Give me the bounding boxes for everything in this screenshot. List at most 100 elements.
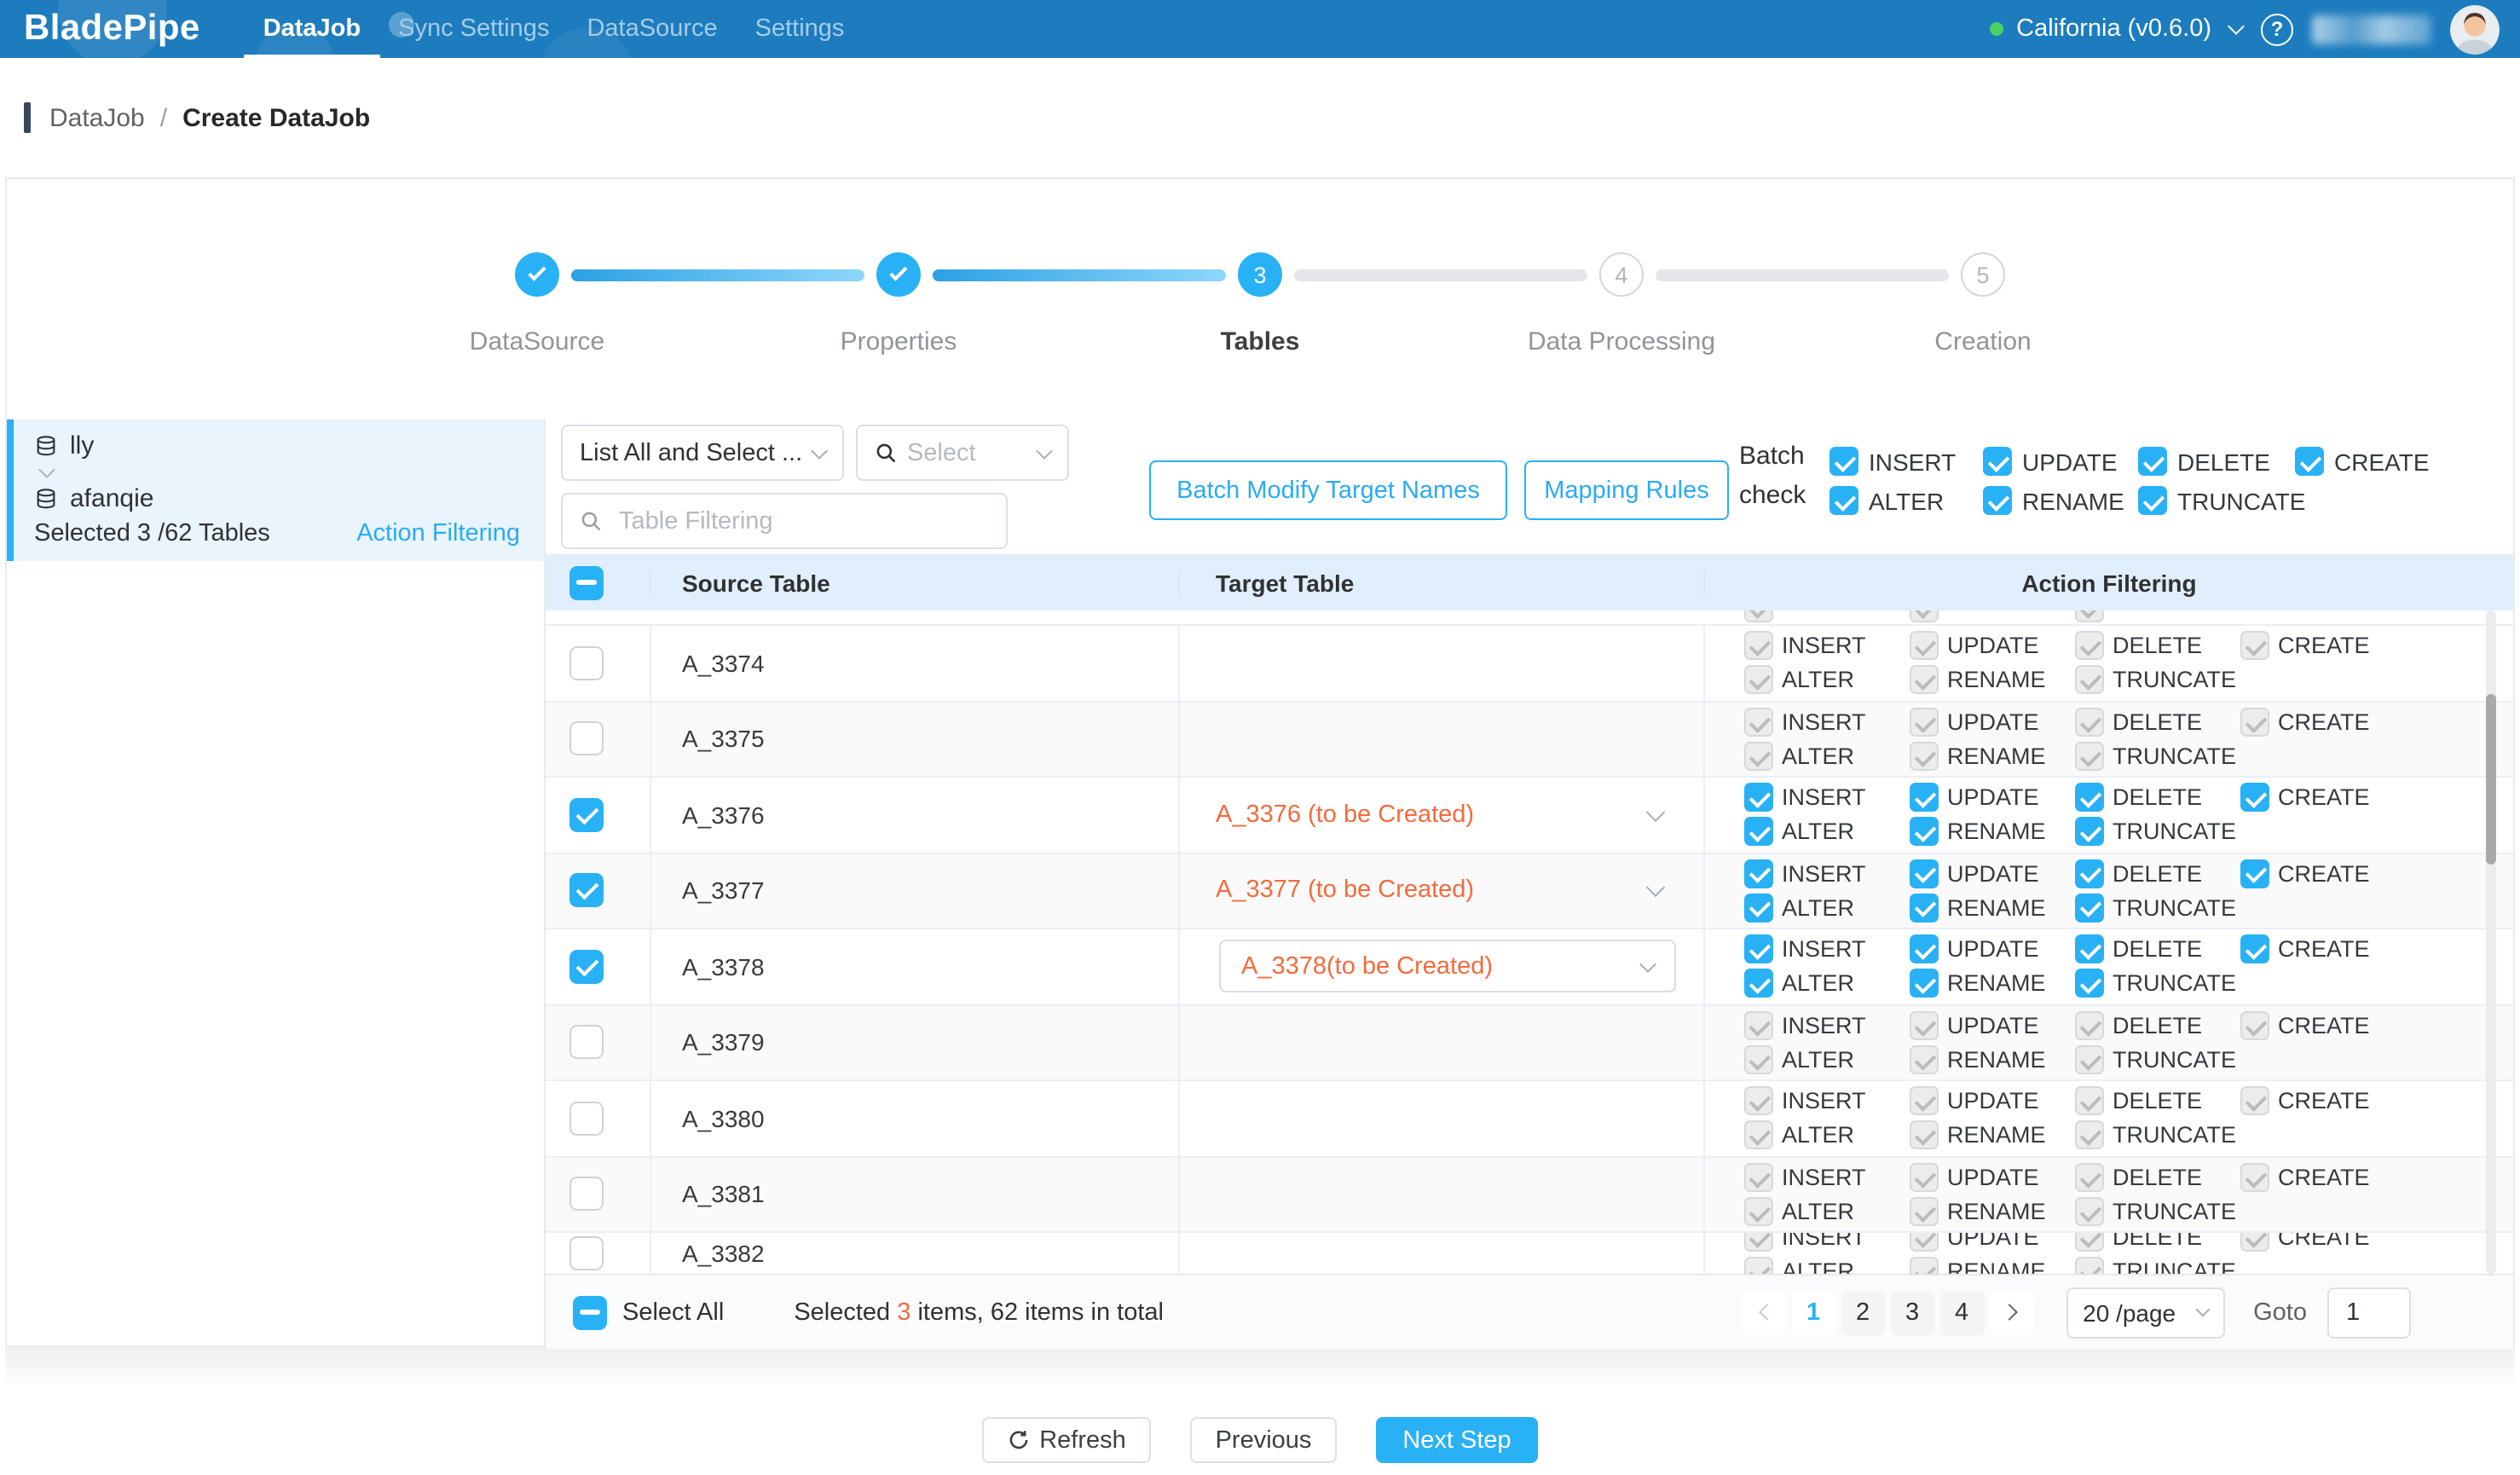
database-icon (34, 434, 58, 458)
checkbox-rename[interactable] (1910, 969, 1939, 998)
checkbox-truncate[interactable] (2138, 486, 2167, 515)
batch-modify-target-names-button[interactable]: Batch Modify Target Names (1149, 460, 1507, 520)
scrollbar-thumb[interactable] (2486, 694, 2496, 865)
checkbox-create[interactable] (2240, 784, 2269, 813)
action-label: TRUNCATE (2113, 1199, 2236, 1224)
checkbox-create[interactable] (2295, 447, 2324, 476)
action-label: INSERT (1782, 1233, 1866, 1249)
action-filter-item: RENAME (1910, 1256, 2075, 1274)
checkbox-insert[interactable] (1744, 859, 1773, 888)
row-select-checkbox[interactable] (569, 874, 604, 908)
step-label: Tables (1221, 327, 1300, 356)
checkbox-update[interactable] (1910, 935, 1939, 964)
checkbox-alter[interactable] (1829, 486, 1858, 515)
table-footer: Select All Selected 3 items, 62 items in… (546, 1274, 2513, 1349)
checkbox-alter (1744, 1256, 1773, 1274)
table-filter-input[interactable] (616, 506, 989, 536)
row-select-checkbox[interactable] (569, 1236, 604, 1270)
row-select-checkbox[interactable] (569, 1102, 604, 1136)
mapping-rules-button[interactable]: Mapping Rules (1524, 460, 1729, 520)
checkbox-update[interactable] (1910, 784, 1939, 813)
action-label: ALTER (1782, 895, 1854, 921)
source-table-name: A_3375 (682, 726, 765, 753)
row-select-checkbox[interactable] (569, 646, 604, 680)
db-pair-item[interactable]: lly afanqie Selected 3 /62 Tables Acti (7, 419, 544, 561)
nav-item-datajob[interactable]: DataJob (245, 0, 379, 58)
checkbox-delete[interactable] (2075, 784, 2104, 813)
username-redacted (2312, 14, 2431, 43)
help-icon[interactable]: ? (2261, 13, 2293, 45)
step-connector (1294, 269, 1587, 281)
source-table-name: A_3382 (682, 1240, 765, 1267)
checkbox-create[interactable] (2240, 859, 2269, 888)
action-filter-item: INSERT (1744, 784, 1910, 813)
breadcrumb-parent[interactable]: DataJob (49, 103, 145, 132)
refresh-button[interactable]: Refresh (982, 1417, 1151, 1463)
row-select-checkbox[interactable] (569, 798, 604, 832)
chevron-down-icon[interactable] (1646, 878, 1666, 898)
page-button-2[interactable]: 2 (1841, 1290, 1885, 1334)
action-filter-item: DELETE (2075, 708, 2240, 737)
checkbox-truncate[interactable] (2075, 818, 2104, 847)
target-table-name[interactable]: A_3376 (to be Created) (1180, 801, 1474, 829)
page-button-4[interactable]: 4 (1939, 1290, 1984, 1334)
checkbox-insert[interactable] (1744, 935, 1773, 964)
target-table-select[interactable]: A_3378(to be Created) (1219, 940, 1676, 993)
row-select-checkbox[interactable] (569, 1026, 604, 1060)
checkbox-truncate[interactable] (2075, 894, 2104, 923)
prev-page-button[interactable] (1742, 1290, 1786, 1334)
batch-check-label: Batch check (1739, 437, 1806, 515)
target-table-name[interactable]: A_3377 (to be Created) (1180, 877, 1474, 905)
checkbox-update[interactable] (1983, 447, 2012, 476)
nav-item-datasource[interactable]: DataSource (568, 0, 736, 58)
row-select-checkbox[interactable] (569, 722, 604, 756)
env-selector[interactable]: California (v0.6.0) (2016, 15, 2211, 43)
checkbox-alter[interactable] (1744, 894, 1773, 923)
checkbox-delete[interactable] (2138, 447, 2167, 476)
next-page-button[interactable] (1989, 1290, 2033, 1334)
checkbox-insert[interactable] (1744, 784, 1773, 813)
select-all-checkbox[interactable] (569, 565, 604, 599)
source-db-name: lly (70, 431, 94, 460)
checkbox-alter[interactable] (1744, 969, 1773, 998)
row-select-checkbox[interactable] (569, 1177, 604, 1212)
page-button-1[interactable]: 1 (1791, 1290, 1835, 1334)
next-step-button[interactable]: Next Step (1376, 1417, 1538, 1463)
page-size-select[interactable]: 20 /page (2066, 1287, 2224, 1338)
page-button-3[interactable]: 3 (1890, 1290, 1934, 1334)
checkbox-insert[interactable] (1829, 447, 1858, 476)
table-select[interactable]: Select (856, 425, 1069, 481)
checkbox-rename[interactable] (1910, 818, 1939, 847)
checkbox-truncate[interactable] (2075, 969, 2104, 998)
checkbox-delete[interactable] (2075, 859, 2104, 888)
checkbox-update[interactable] (1910, 859, 1939, 888)
action-filter-item: INSERT (1744, 632, 1910, 661)
action-label: UPDATE (1947, 937, 2039, 963)
vertical-scrollbar[interactable] (2486, 610, 2496, 1274)
checkbox-rename[interactable] (1910, 894, 1939, 923)
row-select-checkbox[interactable] (569, 950, 604, 984)
chevron-down-icon[interactable] (2228, 17, 2245, 34)
checkbox-create[interactable] (2240, 935, 2269, 964)
previous-button[interactable]: Previous (1190, 1417, 1337, 1463)
checkbox-rename (1910, 1256, 1939, 1274)
checkbox-rename[interactable] (1983, 486, 2012, 515)
avatar[interactable] (2450, 4, 2500, 54)
checkbox-delete (2075, 1087, 2104, 1116)
breadcrumb-accent-bar (24, 102, 31, 133)
nav-item-sync-settings[interactable]: Sync Settings (379, 0, 568, 58)
goto-page-input[interactable] (2327, 1287, 2411, 1338)
nav-item-settings[interactable]: Settings (737, 0, 864, 58)
action-label: CREATE (2278, 937, 2370, 963)
checkbox-alter[interactable] (1744, 818, 1773, 847)
footer-select-all-checkbox[interactable] (573, 1295, 607, 1329)
action-filtering-link[interactable]: Action Filtering (356, 520, 520, 547)
checkbox-delete[interactable] (2075, 935, 2104, 964)
list-mode-select[interactable]: List All and Select ... (561, 425, 844, 481)
checkbox-truncate (2075, 1121, 2104, 1150)
checkbox-update (1910, 1087, 1939, 1116)
step-data-processing: 4 Data Processing (1599, 252, 1644, 297)
chevron-down-icon[interactable] (1646, 802, 1666, 822)
table-row: A_3382INSERTUPDATEDELETECREATEALTERRENAM… (546, 1233, 2513, 1274)
brand-logo: BladePipe (24, 9, 200, 49)
